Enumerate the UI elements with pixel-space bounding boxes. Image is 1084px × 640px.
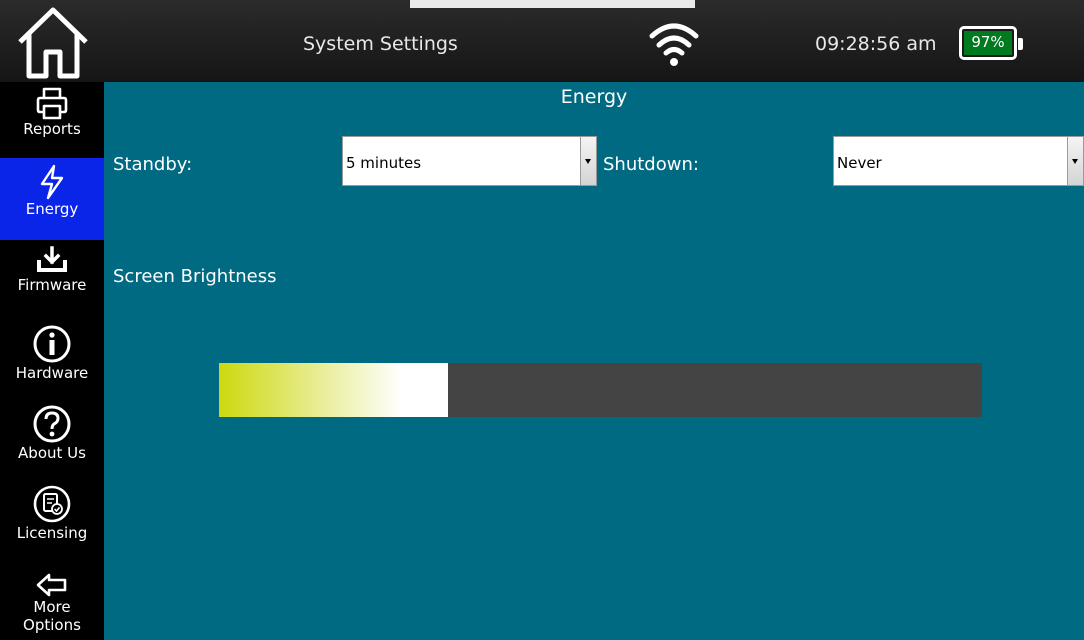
info-icon — [33, 325, 71, 363]
sidebar-item-reports[interactable]: Reports — [0, 86, 104, 156]
sidebar-item-energy[interactable]: Energy — [0, 158, 104, 240]
sidebar-item-label: Energy — [25, 200, 79, 218]
brightness-label: Screen Brightness — [113, 266, 277, 287]
license-icon — [33, 485, 71, 523]
home-button[interactable] — [14, 6, 92, 80]
wifi-status — [648, 20, 700, 68]
wifi-icon — [649, 23, 699, 66]
shutdown-select-value: Never — [837, 154, 882, 172]
brightness-slider[interactable] — [219, 363, 982, 417]
sidebar-item-label: About Us — [18, 444, 86, 462]
sidebar-item-firmware[interactable]: Firmware — [0, 246, 104, 316]
sidebar-item-more-options[interactable]: More Options — [0, 572, 104, 640]
shutdown-select[interactable]: Never — [833, 136, 1084, 186]
sidebar: Reports Energy Firmware Hardware About U… — [0, 82, 104, 640]
lightning-icon — [40, 164, 64, 200]
page-title: Energy — [560, 86, 628, 108]
arrow-left-icon — [36, 573, 67, 597]
top-bar: System Settings 09:28:56 am 97% — [0, 0, 1084, 82]
printer-icon — [36, 87, 68, 120]
standby-label: Standby: — [113, 154, 193, 175]
window-title: System Settings — [303, 33, 458, 55]
battery-indicator: 97% — [959, 26, 1023, 60]
battery-percent: 97% — [971, 33, 1005, 51]
sidebar-item-label: Hardware — [15, 364, 89, 382]
question-icon — [33, 405, 71, 443]
chevron-down-icon — [580, 137, 596, 185]
battery-tip — [1018, 38, 1023, 50]
sidebar-item-about-us[interactable]: About Us — [0, 404, 104, 476]
top-notch — [410, 0, 695, 8]
download-icon — [37, 246, 67, 272]
standby-select-value: 5 minutes — [346, 154, 422, 172]
sidebar-item-label: Reports — [23, 120, 81, 138]
home-icon — [18, 7, 88, 79]
clock: 09:28:56 am — [815, 33, 937, 55]
brightness-slider-fill — [219, 363, 448, 417]
sidebar-item-hardware[interactable]: Hardware — [0, 324, 104, 396]
standby-select[interactable]: 5 minutes — [342, 136, 597, 186]
sidebar-item-licensing[interactable]: Licensing — [0, 484, 104, 556]
shutdown-label: Shutdown: — [603, 154, 699, 175]
sidebar-item-label: Firmware — [17, 276, 87, 294]
sidebar-item-label: More Options — [23, 598, 81, 634]
chevron-down-icon — [1067, 137, 1083, 185]
sidebar-item-label: Licensing — [16, 524, 88, 542]
